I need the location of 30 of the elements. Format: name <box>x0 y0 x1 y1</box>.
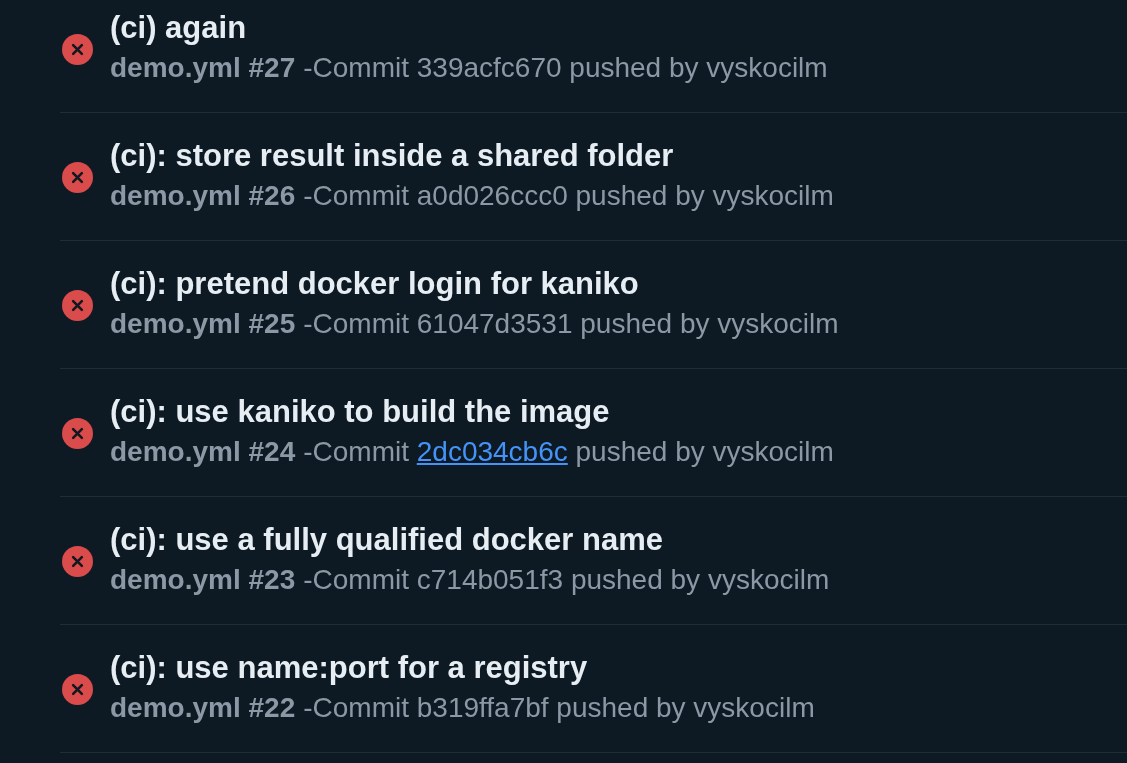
commit-link[interactable]: 339acfc670 <box>416 52 562 83</box>
commit-description: -Commit 2dc034cb6c pushed by vyskocilm <box>303 436 834 467</box>
run-title[interactable]: (ci): use name:port for a registry <box>110 650 815 686</box>
run-title[interactable]: (ci): pretend docker login for kaniko <box>110 266 839 302</box>
commit-link[interactable]: b319ffa7bf <box>416 692 549 723</box>
commit-description: -Commit c714b051f3 pushed by vyskocilm <box>303 564 830 595</box>
failure-icon <box>62 162 93 193</box>
commit-description: -Commit a0d026ccc0 pushed by vyskocilm <box>303 180 834 211</box>
commit-link[interactable]: a0d026ccc0 <box>416 180 568 211</box>
failure-icon <box>62 418 93 449</box>
commit-link[interactable]: c714b051f3 <box>416 564 564 595</box>
failure-icon <box>62 674 93 705</box>
run-title[interactable]: (ci): use a fully qualified docker name <box>110 522 830 558</box>
failure-icon <box>62 34 93 65</box>
workflow-run-label: demo.yml #23 <box>110 564 296 595</box>
run-title[interactable]: (ci) again <box>110 10 828 46</box>
failure-icon <box>62 290 93 321</box>
commit-description: -Commit b319ffa7bf pushed by vyskocilm <box>303 692 815 723</box>
workflow-run-label: demo.yml #27 <box>110 52 296 83</box>
commit-link[interactable]: 2dc034cb6c <box>416 436 568 467</box>
commit-link[interactable]: 61047d3531 <box>416 308 573 339</box>
workflow-run-label: demo.yml #22 <box>110 692 296 723</box>
commit-description: -Commit 61047d3531 pushed by vyskocilm <box>303 308 839 339</box>
commit-description: -Commit 339acfc670 pushed by vyskocilm <box>303 52 828 83</box>
run-title[interactable]: (ci): store result inside a shared folder <box>110 138 834 174</box>
workflow-run-label: demo.yml #24 <box>110 436 296 467</box>
failure-icon <box>62 546 93 577</box>
run-title[interactable]: (ci): use kaniko to build the image <box>110 394 834 430</box>
workflow-run-label: demo.yml #26 <box>110 180 296 211</box>
workflow-run-label: demo.yml #25 <box>110 308 296 339</box>
